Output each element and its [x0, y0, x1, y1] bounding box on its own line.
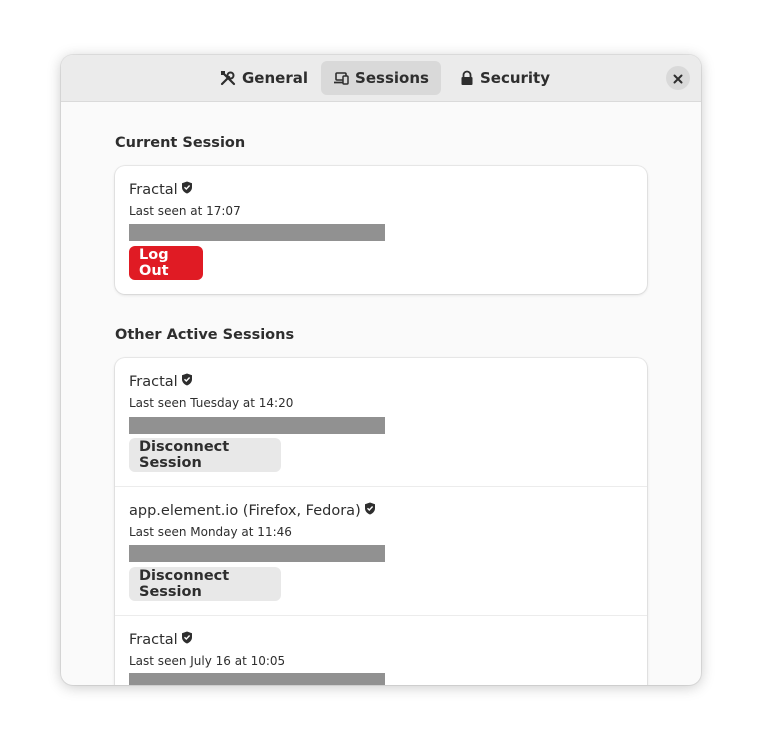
session-last-seen: Last seen Tuesday at 14:20 — [129, 396, 294, 410]
verified-shield-icon — [364, 502, 376, 519]
preferences-icon — [220, 70, 236, 86]
device-name-text: Fractal — [129, 181, 178, 198]
devices-icon — [333, 70, 349, 86]
other-sessions-card: Fractal Last seen Tuesday at 14:20 Disco… — [115, 358, 647, 685]
lock-icon — [460, 70, 474, 86]
settings-window: General Sessions Security Current Sessio… — [61, 55, 701, 685]
tab-security-label: Security — [479, 69, 551, 87]
verified-shield-icon — [181, 631, 193, 648]
device-name-text: app.element.io (Firefox, Fedora) — [129, 502, 361, 519]
list-item: Fractal Last seen Tuesday at 14:20 Disco… — [115, 358, 647, 486]
tab-general[interactable]: General — [209, 61, 319, 95]
session-last-seen: Last seen at 17:07 — [129, 204, 241, 218]
verified-shield-icon — [181, 181, 193, 198]
headerbar: General Sessions Security — [61, 55, 701, 102]
current-session-heading: Current Session — [115, 135, 246, 151]
close-icon — [673, 69, 683, 88]
tab-sessions-label: Sessions — [355, 69, 429, 87]
tab-sessions[interactable]: Sessions — [321, 61, 441, 95]
session-last-seen: Last seen July 16 at 10:05 — [129, 654, 286, 668]
session-device-name: Fractal — [129, 373, 193, 390]
current-session-card: Fractal Last seen at 17:07 Log Out — [115, 166, 647, 294]
tab-general-label: General — [242, 69, 308, 87]
redacted-session-id — [129, 673, 385, 685]
session-device-name: Fractal — [129, 181, 193, 198]
list-item: Fractal Last seen July 16 at 10:05 — [115, 616, 647, 685]
log-out-button[interactable]: Log Out — [129, 246, 203, 280]
disconnect-session-button[interactable]: Disconnect Session — [129, 438, 281, 472]
device-name-text: Fractal — [129, 373, 178, 390]
disconnect-session-button[interactable]: Disconnect Session — [129, 567, 281, 601]
session-device-name: Fractal — [129, 631, 193, 648]
close-button[interactable] — [666, 66, 690, 90]
redacted-session-id — [129, 224, 385, 241]
other-sessions-heading: Other Active Sessions — [115, 327, 295, 343]
tab-security[interactable]: Security — [455, 61, 555, 95]
list-item: app.element.io (Firefox, Fedora) Last se… — [115, 487, 647, 615]
verified-shield-icon — [181, 373, 193, 390]
session-last-seen: Last seen Monday at 11:46 — [129, 525, 292, 539]
redacted-session-id — [129, 545, 385, 562]
session-device-name: app.element.io (Firefox, Fedora) — [129, 502, 376, 519]
device-name-text: Fractal — [129, 631, 178, 648]
redacted-session-id — [129, 417, 385, 434]
